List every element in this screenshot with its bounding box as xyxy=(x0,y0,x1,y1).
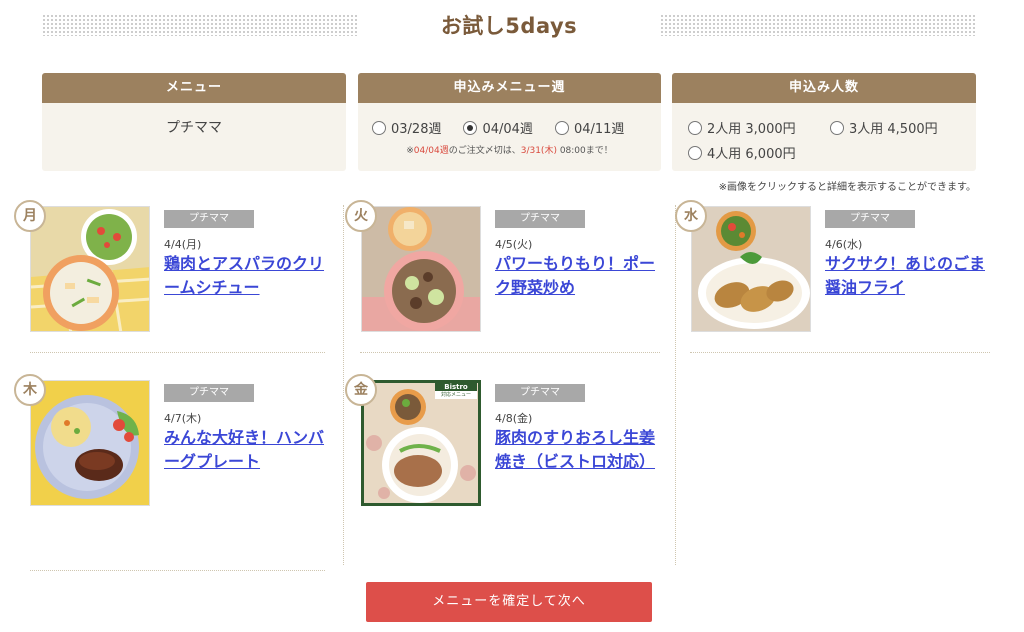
servings-option-2[interactable]: 2人用 3,000円 xyxy=(688,118,830,137)
menu-card-wednesday: 水 プチママ 4/6(水) サクサク！あじのごま醤油フライ xyxy=(675,200,985,356)
radio-button-selected[interactable] xyxy=(463,120,478,135)
day-badge: 金 xyxy=(345,374,377,406)
day-badge: 木 xyxy=(14,374,46,406)
week-header: 申込みメニュー週 xyxy=(358,73,661,103)
week-option-label: 04/04週 xyxy=(482,122,533,137)
menu-card-thursday: 木 プチママ 4/7(木) みんな大好き！ハンバーグプレート xyxy=(14,374,324,530)
fried-fish-image xyxy=(692,207,810,331)
note-prefix: ※ xyxy=(406,146,414,156)
servings-option-label: 4人用 6,000円 xyxy=(707,147,796,162)
menu-date: 4/8(金) xyxy=(495,412,533,425)
menu-box: メニュー プチママ xyxy=(42,73,346,171)
bistro-badge-title: Bistro xyxy=(444,383,468,391)
ginger-pork-image xyxy=(364,383,478,503)
menu-photo-stew[interactable] xyxy=(30,206,150,332)
menu-name-link[interactable]: 豚肉のすりおろし生姜焼き（ビストロ対応） xyxy=(495,426,665,474)
note-mid: のご注文〆切は、 xyxy=(448,146,521,156)
menu-photo-stirfry[interactable] xyxy=(361,206,481,332)
title-row: お試し5days xyxy=(0,6,1024,40)
menu-tag: プチママ xyxy=(825,210,915,228)
bistro-badge: Bistro 対応メニュー xyxy=(435,383,477,399)
week-option-0411[interactable]: 04/11週 xyxy=(554,118,625,137)
week-box: 申込みメニュー週 03/28週 04/04週 04/11週 ※04/04週のご注… xyxy=(358,73,661,171)
week-option-0328[interactable]: 03/28週 xyxy=(372,118,441,137)
servings-option-label: 3人用 4,500円 xyxy=(849,122,938,137)
menu-date: 4/6(水) xyxy=(825,238,863,251)
week-option-label: 03/28週 xyxy=(391,122,442,137)
note-date: 3/31(木) xyxy=(520,146,557,156)
radio-button[interactable] xyxy=(688,145,702,160)
note-week: 04/04週 xyxy=(413,146,449,156)
day-badge: 月 xyxy=(14,200,46,232)
day-badge: 水 xyxy=(675,200,707,232)
page: お試し5days メニュー プチママ 申込みメニュー週 03/28週 04/04… xyxy=(0,0,1024,632)
week-option-label: 04/11週 xyxy=(573,122,625,137)
menu-name-link[interactable]: パワーもりもり！ポーク野菜炒め xyxy=(495,252,665,300)
page-title: お試し5days xyxy=(440,14,578,38)
menu-photo-fried-fish[interactable] xyxy=(691,206,811,332)
stirfry-dish-image xyxy=(362,207,480,331)
servings-option-4[interactable]: 4人用 6,000円 xyxy=(688,143,830,162)
hamburg-plate-image xyxy=(31,381,149,505)
servings-option-3[interactable]: 3人用 4,500円 xyxy=(830,118,972,137)
row-divider xyxy=(30,570,325,571)
bistro-badge-subtitle: 対応メニュー xyxy=(435,391,477,399)
menu-card-tuesday: 火 プチママ 4/5(火) パワーもりもり！ポーク野菜炒め xyxy=(345,200,655,356)
column-divider xyxy=(675,205,676,565)
menu-tag: プチママ xyxy=(495,384,585,402)
day-badge: 火 xyxy=(345,200,377,232)
menu-name-link[interactable]: 鶏肉とアスパラのクリームシチュー xyxy=(164,252,334,300)
menu-card-friday: 金 Bistro 対応メニュー プチママ 4/8(金) 豚肉のすりおろし生姜焼き… xyxy=(345,374,655,530)
menu-name-link[interactable]: みんな大好き！ハンバーグプレート xyxy=(164,426,334,474)
radio-button[interactable] xyxy=(554,120,569,135)
menu-tag: プチママ xyxy=(495,210,585,228)
week-radio-group: 03/28週 04/04週 04/11週 xyxy=(358,118,661,137)
menu-date: 4/4(月) xyxy=(164,238,202,251)
menu-header: メニュー xyxy=(42,73,346,103)
menu-tag: プチママ xyxy=(164,210,254,228)
radio-button[interactable] xyxy=(372,120,386,135)
title-decoration-right xyxy=(660,14,976,36)
menu-card-monday: 月 プチママ 4/4(月) 鶏肉とアスパラのクリームシチュー xyxy=(14,200,324,356)
title-decoration-left xyxy=(42,14,358,36)
menu-tag: プチママ xyxy=(164,384,254,402)
servings-box: 申込み人数 2人用 3,000円 3人用 4,500円 4人用 6,000円 xyxy=(672,73,976,171)
week-option-0404[interactable]: 04/04週 xyxy=(463,118,533,137)
confirm-menu-button[interactable]: メニューを確定して次へ xyxy=(366,582,652,622)
servings-header: 申込み人数 xyxy=(672,73,976,103)
menu-photo-hamburg[interactable] xyxy=(30,380,150,506)
column-divider xyxy=(343,205,344,565)
radio-button[interactable] xyxy=(688,120,702,135)
note-suffix: 08:00まで！ xyxy=(556,146,613,156)
servings-option-label: 2人用 3,000円 xyxy=(707,122,796,137)
image-click-caption: ※画像をクリックすると詳細を表示することができます。 xyxy=(718,182,976,193)
servings-radio-group: 2人用 3,000円 3人用 4,500円 4人用 6,000円 xyxy=(672,118,976,162)
menu-date: 4/7(木) xyxy=(164,412,202,425)
menu-name-link[interactable]: サクサク！あじのごま醤油フライ xyxy=(825,252,995,300)
radio-button[interactable] xyxy=(830,120,844,135)
deadline-note: ※04/04週のご注文〆切は、3/31(木) 08:00まで！ xyxy=(358,143,661,156)
stew-dish-image xyxy=(31,207,149,331)
menu-date: 4/5(火) xyxy=(495,238,533,251)
menu-name: プチママ xyxy=(166,120,222,136)
